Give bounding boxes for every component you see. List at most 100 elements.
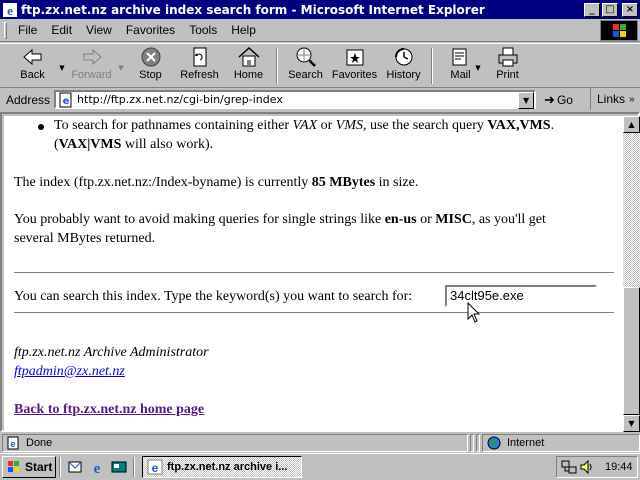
printer-icon [498,47,517,67]
text: , as you'll get [471,212,546,227]
text: or [416,212,436,227]
refresh-icon [193,47,206,67]
window-title: ftp.zx.net.nz archive index search form … [21,2,485,17]
menu-file[interactable]: File [11,23,44,37]
go-label: Go [556,92,573,107]
close-button[interactable]: × [622,2,638,17]
go-arrow-icon: ➜ [544,91,555,107]
vertical-scrollbar[interactable]: ▲ ▼ [623,116,640,432]
print-label: Print [496,69,519,81]
menu-grip[interactable] [4,21,7,39]
scroll-up-button[interactable]: ▲ [623,116,640,133]
page-icon: e [59,92,72,107]
status-text-panel: e Done [2,434,469,452]
home-icon [237,46,260,67]
start-button[interactable]: Start [2,456,56,478]
menu-tools[interactable]: Tools [182,23,224,37]
back-label: Back [20,69,45,81]
stop-icon [141,47,160,67]
back-arrow-icon [22,48,41,66]
quicklaunch-outlook[interactable] [64,456,86,478]
zone-text: Internet [506,437,545,449]
address-bar: Address e http://ftp.zx.net.nz/cgi-bin/g… [0,87,640,111]
text: will also work). [121,137,214,152]
bullet-icon [38,124,44,130]
svg-text:e: e [10,439,15,449]
text: . [550,118,555,133]
index-size-paragraph: The index (ftp.zx.net.nz:/Index-byname) … [14,173,418,192]
taskbar-separator [59,457,61,477]
text: several MBytes returned. [14,231,156,246]
back-button[interactable]: Back [8,46,57,86]
forward-label: Forward [71,69,112,81]
security-zone-panel: Internet [481,434,640,452]
status-bar: e Done Internet [0,433,640,453]
avoid-paragraph: You probably want to avoid making querie… [14,210,546,248]
quicklaunch-ie[interactable]: e [86,456,108,478]
taskbar: Start e e ftp.zx.net.nz archive i... 19:… [0,453,640,480]
text-vax: VAX [292,118,318,133]
svg-text:e: e [94,461,101,475]
menu-help[interactable]: Help [224,23,263,37]
admin-name: ftp.zx.net.nz Archive Administrator [14,345,209,360]
back-dropdown[interactable]: ▼ [57,46,67,72]
text: The index (ftp.zx.net.nz:/Index-byname) … [14,175,312,190]
admin-email-link[interactable]: ftpadmin@zx.net.nz [14,364,125,379]
stop-button[interactable]: Stop [126,46,175,86]
favorites-label: Favorites [331,69,378,81]
menu-favorites[interactable]: Favorites [119,23,182,37]
back-link-container: Back to ftp.zx.net.nz home page [14,400,204,419]
refresh-button[interactable]: Refresh [175,46,224,86]
clock[interactable]: 19:44 [605,461,633,473]
forward-arrow-icon [83,48,102,66]
text: or [317,118,336,133]
go-button[interactable]: ➜ Go [544,92,573,108]
address-url: http://ftp.zx.net.nz/cgi-bin/grep-index [77,93,283,106]
maximize-button[interactable]: □ [602,2,618,17]
menu-edit[interactable]: Edit [44,23,79,37]
search-button[interactable]: Search [281,46,330,86]
stop-label: Stop [139,69,162,81]
windows-flag-icon [8,461,19,472]
mail-dropdown[interactable]: ▼ [473,46,483,72]
text: You probably want to avoid making querie… [14,212,385,227]
forward-dropdown[interactable]: ▼ [116,46,126,72]
back-home-link[interactable]: Back to ftp.zx.net.nz home page [14,402,204,417]
favorites-button[interactable]: Favorites [330,46,379,86]
address-input[interactable]: e http://ftp.zx.net.nz/cgi-bin/grep-inde… [54,90,537,109]
text-vms: VMS [335,118,364,133]
history-button[interactable]: History [379,46,428,86]
search-globe-icon [296,47,316,67]
forward-button[interactable]: Forward [67,46,116,86]
scroll-thumb[interactable] [623,287,640,415]
content-frame: To search for pathnames containing eithe… [0,112,640,432]
task-label: ftp.zx.net.nz archive i... [167,461,288,473]
ie-quicklaunch-icon: e [94,461,101,475]
text: in size. [375,175,419,190]
divider [14,312,614,314]
network-icon[interactable] [561,459,577,475]
taskbar-separator [133,457,135,477]
internet-explorer-icon: e [3,2,17,18]
quicklaunch-desktop[interactable] [108,456,130,478]
example-misc: MISC [435,212,472,227]
search-prompt: You can search this index. Type the keyw… [14,289,413,304]
home-button[interactable]: Home [224,46,273,86]
history-label: History [386,69,421,81]
toolbar-separator [431,48,433,84]
text: , use the search query [363,118,488,133]
links-label: Links [597,92,626,106]
start-label: Start [25,460,53,474]
menu-view[interactable]: View [79,23,119,37]
print-button[interactable]: Print [483,46,532,86]
standard-toolbar: Back ▼ Forward ▼ Stop Refresh Home Searc… [0,43,640,87]
taskbar-ie-window-button[interactable]: e ftp.zx.net.nz archive i... [142,456,302,478]
windows-logo-icon [600,20,638,41]
links-toolbar[interactable]: Links » [590,88,635,110]
query-example-alt: VAX|VMS [58,137,122,152]
address-dropdown-button[interactable]: ▼ [518,92,535,109]
scroll-down-button[interactable]: ▼ [623,415,640,432]
minimize-button[interactable]: _ [584,2,600,17]
volume-icon[interactable] [579,459,595,475]
toolbar-separator [276,48,278,84]
